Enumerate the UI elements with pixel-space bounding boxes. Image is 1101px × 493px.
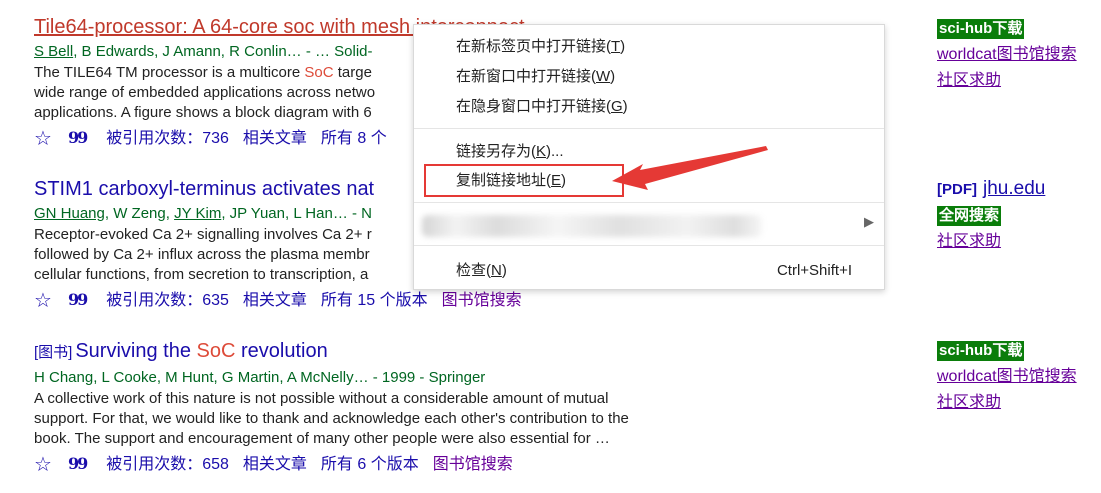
annotation-arrow-icon [612,146,768,190]
